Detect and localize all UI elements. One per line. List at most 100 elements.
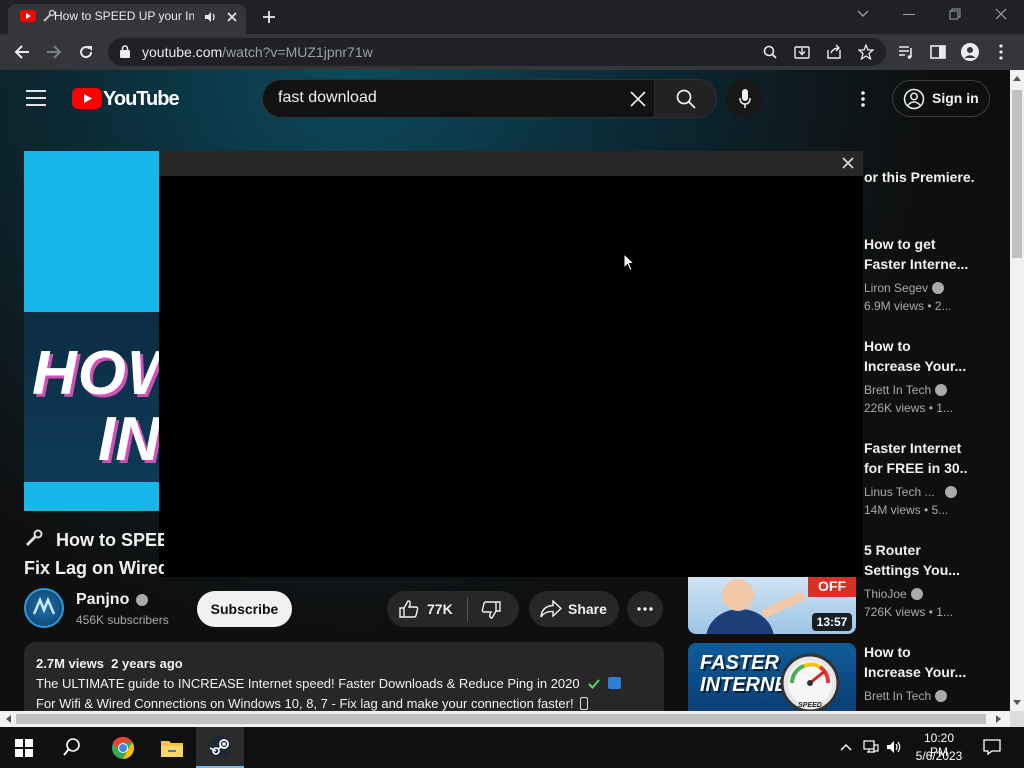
profile-icon[interactable] xyxy=(961,43,979,61)
rec-video-title[interactable]: Faster Internet for FREE in 30... xyxy=(864,438,968,478)
share-page-icon[interactable] xyxy=(826,44,842,60)
url-host: youtube.com xyxy=(142,44,223,60)
channel-avatar[interactable] xyxy=(24,588,64,628)
network-icon[interactable] xyxy=(863,740,879,754)
youtube-logo[interactable]: YouTube xyxy=(72,87,180,111)
rec-title-line: How to get xyxy=(864,236,936,252)
thumbs-up-icon xyxy=(399,600,419,618)
taskbar-search-icon[interactable] xyxy=(63,738,81,756)
rec-channel-name[interactable]: Linus Tech ... xyxy=(864,485,957,499)
youtube-wordmark: YouTube xyxy=(103,88,180,110)
rec-channel-name[interactable]: Brett In Tech xyxy=(864,383,948,397)
volume-icon[interactable] xyxy=(886,740,902,754)
bookmark-star-icon[interactable] xyxy=(858,44,874,60)
video-overlay-modal[interactable] xyxy=(159,151,863,577)
guide-menu-icon[interactable] xyxy=(26,90,46,106)
rec-channel-name[interactable]: Liron Segev xyxy=(864,281,945,295)
rec-title-line: 5 Router xyxy=(864,542,921,558)
share-label: Share xyxy=(568,601,607,617)
scroll-down-icon[interactable] xyxy=(1013,700,1021,706)
description-line-2: For Wifi & Wired Connections on Windows … xyxy=(36,696,656,711)
close-window-icon[interactable] xyxy=(995,8,1007,20)
rec-view-count: 726K views xyxy=(864,605,926,619)
side-panel-icon[interactable] xyxy=(930,44,946,60)
description-meta: 2.7M views 2 years ago xyxy=(36,656,183,671)
checkmark-emoji-icon xyxy=(587,679,600,689)
restore-window-icon[interactable] xyxy=(949,8,961,20)
channel-name[interactable]: Panjno xyxy=(76,591,149,609)
rec-video-title[interactable]: How to Increase Your... xyxy=(864,336,968,376)
microphone-icon xyxy=(739,89,751,109)
horizontal-scroll-thumb[interactable] xyxy=(16,714,986,724)
url-path: /watch?v=MUZ1jpnr71w xyxy=(222,44,373,60)
chrome-taskbar-icon[interactable] xyxy=(111,736,135,760)
verified-badge-icon xyxy=(935,384,948,396)
new-tab-icon[interactable] xyxy=(262,10,276,24)
lock-icon[interactable] xyxy=(120,45,130,58)
tab-audio-icon[interactable] xyxy=(204,11,218,23)
chart-emoji-icon xyxy=(607,677,621,689)
rec-title-line: Increase Your... xyxy=(864,664,967,680)
rec-video-title[interactable]: 5 Router Settings You... xyxy=(864,540,968,580)
tab-close-icon[interactable] xyxy=(226,11,238,23)
rec-channel-name[interactable]: ThioJoe xyxy=(864,587,923,601)
account-circle-icon xyxy=(903,88,925,110)
rec-view-count: 6.9M views xyxy=(864,299,925,313)
install-app-icon[interactable] xyxy=(794,44,810,60)
video-title-line2: Fix Lag on Wired xyxy=(24,558,164,578)
scroll-left-icon[interactable] xyxy=(5,715,11,723)
scroll-up-icon[interactable] xyxy=(1013,75,1021,81)
rec-age: 1... xyxy=(936,401,953,415)
notifications-icon[interactable] xyxy=(983,739,1001,755)
rec-title-line: Faster Internet xyxy=(864,440,962,456)
media-queue-icon[interactable] xyxy=(898,44,914,60)
more-horizontal-icon xyxy=(637,607,653,611)
thumbnail-badge: OFF xyxy=(808,577,856,597)
scrollbar-corner xyxy=(1010,711,1024,727)
rec-title-line: Increase Your... xyxy=(864,358,967,374)
subscribe-button[interactable]: Subscribe xyxy=(197,591,292,627)
rec-age: 2... xyxy=(934,299,952,313)
rec-channel-name[interactable]: Brett In Tech xyxy=(864,689,948,703)
video-duration: 13:57 xyxy=(812,613,852,631)
rec-video-title[interactable]: How to Increase Your... xyxy=(864,642,968,682)
forward-arrow-icon[interactable] xyxy=(46,44,62,60)
verified-badge-icon xyxy=(944,486,957,498)
steam-taskbar-icon[interactable] xyxy=(208,735,232,759)
rec-video-meta: 726K views • 1... xyxy=(864,605,953,619)
rec-video-title[interactable]: How to get Faster Interne... xyxy=(864,234,968,274)
reload-icon[interactable] xyxy=(78,44,94,60)
zoom-search-icon[interactable] xyxy=(763,45,777,59)
rec-title-line: Settings You... xyxy=(864,562,960,578)
rec-view-count: 14M views xyxy=(864,503,921,517)
show-hidden-icons-icon[interactable] xyxy=(840,743,852,751)
rec-title-line: for FREE in 30... xyxy=(864,460,968,476)
tab-search-chevron-icon[interactable] xyxy=(857,10,869,18)
scroll-right-icon[interactable] xyxy=(996,715,1002,723)
subscriber-count: 456K subscribers xyxy=(76,613,169,627)
windows-start-icon[interactable] xyxy=(15,739,33,757)
url-text[interactable]: youtube.com/watch?v=MUZ1jpnr71w xyxy=(142,44,373,60)
close-overlay-icon[interactable] xyxy=(842,157,854,169)
rec-view-count: 226K views xyxy=(864,401,926,415)
wrench-title-icon xyxy=(24,528,46,548)
rec-title-line: Faster Interne... xyxy=(864,256,968,272)
verified-badge-icon xyxy=(136,594,149,606)
share-arrow-icon xyxy=(540,600,562,618)
description-line-1: The ULTIMATE guide to INCREASE Internet … xyxy=(36,676,656,691)
back-arrow-icon[interactable] xyxy=(14,44,30,60)
vertical-scroll-thumb[interactable] xyxy=(1012,90,1022,258)
upload-age: 2 years ago xyxy=(111,656,183,671)
taskbar-clock-date[interactable]: 5/6/2023 xyxy=(915,749,963,763)
minimize-window-icon[interactable] xyxy=(903,14,915,16)
search-icon xyxy=(676,89,696,109)
rec-video-meta: 14M views • 5... xyxy=(864,503,949,517)
browser-menu-icon[interactable] xyxy=(999,44,1003,60)
clear-search-icon[interactable] xyxy=(630,91,646,107)
verified-badge-icon xyxy=(935,690,948,702)
rec-channel-text: Brett In Tech xyxy=(864,383,932,397)
settings-menu-icon[interactable] xyxy=(861,91,865,107)
file-explorer-taskbar-icon[interactable] xyxy=(161,739,183,757)
thumbnail-text-in: IN xyxy=(98,405,160,474)
verified-badge-icon xyxy=(910,588,923,600)
